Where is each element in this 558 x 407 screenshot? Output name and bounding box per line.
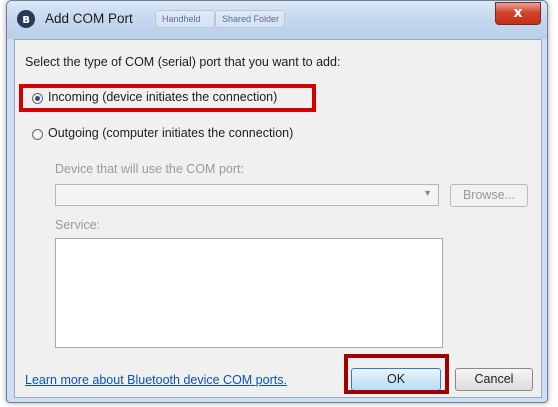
service-label: Service:: [55, 218, 101, 232]
incoming-highlight-box: [19, 84, 316, 112]
window-title: Add COM Port: [45, 11, 133, 26]
bluetooth-icon: ʙ: [17, 10, 35, 28]
service-list[interactable]: [55, 238, 443, 348]
outgoing-radio[interactable]: [32, 129, 43, 140]
device-dropdown[interactable]: ▼: [55, 184, 439, 206]
cancel-button[interactable]: Cancel: [455, 368, 533, 391]
outgoing-radio-label[interactable]: Outgoing (computer initiates the connect…: [48, 126, 293, 140]
device-label: Device that will use the COM port:: [55, 162, 244, 176]
dialog-body: Select the type of COM (serial) port tha…: [14, 39, 542, 398]
add-com-port-dialog: ʙ Add COM Port Handheld Shared Folder x …: [6, 0, 548, 403]
prompt-text: Select the type of COM (serial) port tha…: [25, 55, 341, 69]
help-link[interactable]: Learn more about Bluetooth device COM po…: [25, 373, 287, 387]
background-tab-label: Shared Folder: [215, 10, 285, 28]
title-bar[interactable]: ʙ Add COM Port Handheld Shared Folder x: [7, 1, 547, 39]
ok-highlight-box: [344, 354, 449, 394]
browse-button[interactable]: Browse...: [450, 184, 528, 207]
close-button[interactable]: x: [495, 2, 541, 25]
chevron-down-icon[interactable]: ▼: [423, 188, 432, 198]
background-tab-label: Handheld: [155, 10, 215, 28]
